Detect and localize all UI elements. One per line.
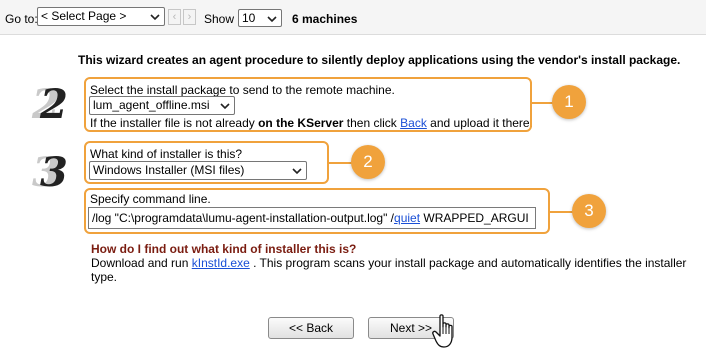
help-title: How do I find out what kind of installer… bbox=[91, 242, 357, 256]
show-count-value: 10 bbox=[242, 11, 256, 25]
step-3-numeral: 3 3 bbox=[32, 149, 68, 196]
chevron-left-icon: ‹ bbox=[172, 11, 177, 23]
back-button[interactable]: << Back bbox=[268, 317, 354, 339]
kinstid-link[interactable]: kInstId.exe bbox=[192, 256, 250, 270]
page-select-value: < Select Page > bbox=[41, 9, 127, 23]
help-line-1: Download and run kInstId.exe . This prog… bbox=[91, 256, 687, 270]
callout-badge-1: 1 bbox=[552, 85, 586, 119]
callout-badge-3: 3 bbox=[572, 194, 606, 228]
hand-pointer-icon bbox=[432, 314, 453, 348]
callout-box-1 bbox=[84, 77, 532, 132]
toolbar: Go to: < Select Page > ‹ › Show 10 6 mac… bbox=[0, 0, 706, 35]
page-select[interactable]: < Select Page > bbox=[37, 7, 165, 26]
show-count-select[interactable]: 10 bbox=[238, 9, 282, 27]
next-page-button[interactable]: › bbox=[183, 9, 196, 25]
machines-count: 6 machines bbox=[292, 12, 358, 26]
help-line-2: type. bbox=[91, 270, 118, 284]
callout-box-2 bbox=[84, 141, 329, 184]
chevron-right-icon: › bbox=[187, 11, 192, 23]
goto-label: Go to: bbox=[5, 12, 38, 26]
wizard-intro: This wizard creates an agent procedure t… bbox=[78, 53, 681, 67]
show-label: Show bbox=[204, 12, 235, 26]
step-2-numeral: 2 2 bbox=[32, 81, 68, 128]
chevron-down-icon bbox=[267, 16, 277, 23]
callout-box-3 bbox=[84, 188, 550, 234]
callout-badge-2: 2 bbox=[351, 145, 385, 179]
prev-page-button[interactable]: ‹ bbox=[168, 9, 181, 25]
chevron-down-icon bbox=[150, 14, 160, 21]
